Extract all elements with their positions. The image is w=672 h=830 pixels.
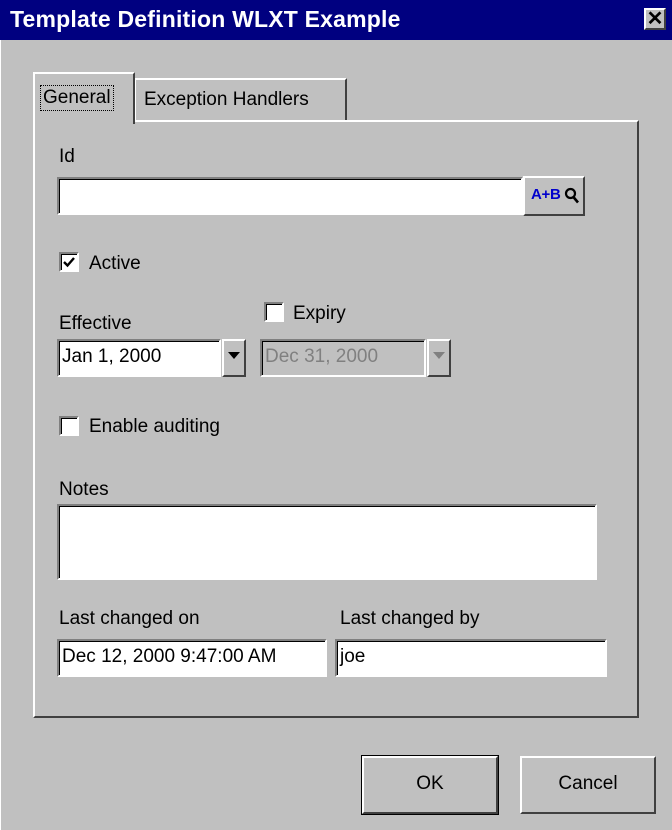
window-border <box>0 40 1 830</box>
window-title: Template Definition WLXT Example <box>10 6 401 32</box>
cancel-button[interactable]: Cancel <box>520 756 656 814</box>
tab-exception-handlers[interactable]: Exception Handlers <box>135 78 347 120</box>
tab-panel-general <box>33 120 639 718</box>
close-button[interactable]: ✕ <box>644 8 666 30</box>
tab-exception-handlers-label: Exception Handlers <box>144 89 309 110</box>
close-icon: ✕ <box>646 8 664 30</box>
cancel-button-label: Cancel <box>558 773 618 794</box>
ok-button-label: OK <box>416 773 444 794</box>
tab-general[interactable]: General <box>33 72 135 124</box>
ok-button[interactable]: OK <box>361 755 499 815</box>
tab-general-label: General <box>40 85 114 111</box>
title-bar[interactable]: Template Definition WLXT Example ✕ <box>0 0 672 40</box>
